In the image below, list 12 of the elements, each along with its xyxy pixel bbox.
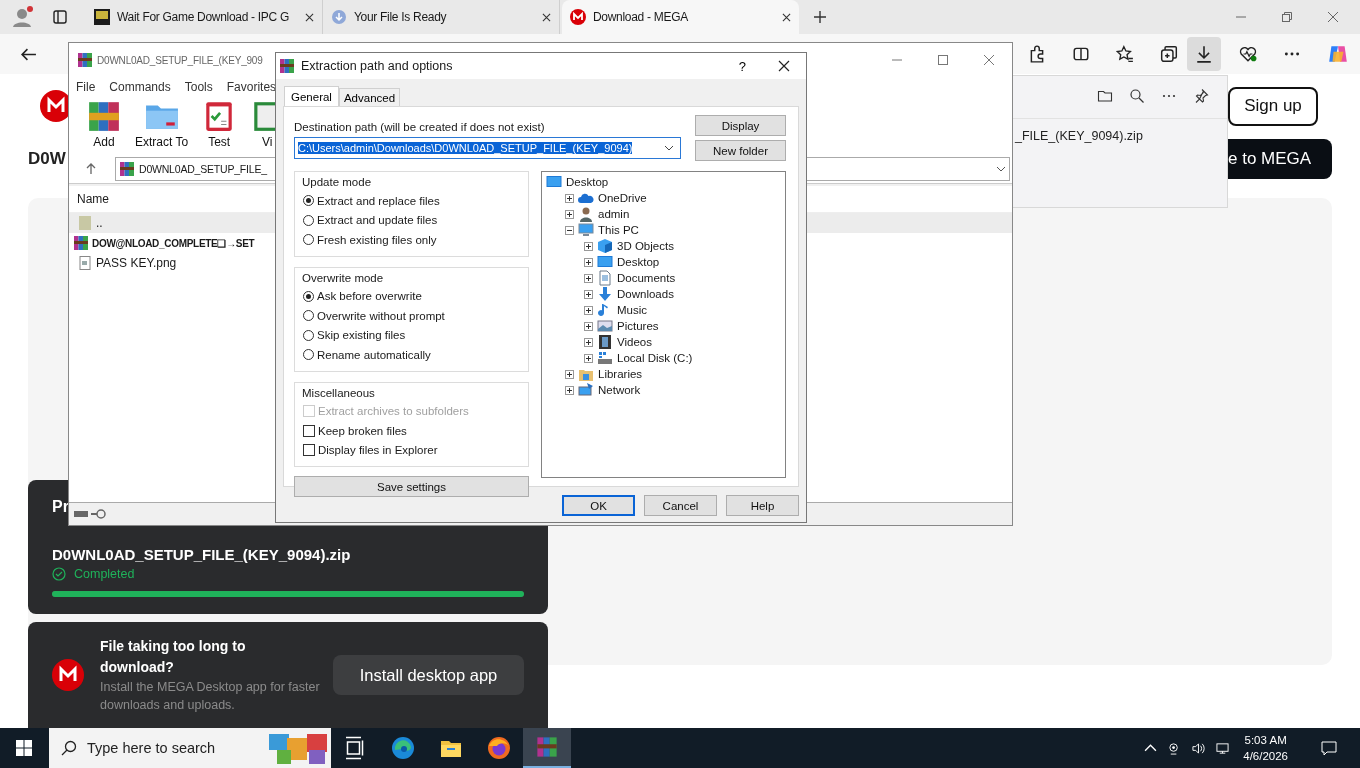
window-title: D0WNL0AD_SETUP_FILE_(KEY_909 xyxy=(97,54,263,66)
group-title: Overwrite mode xyxy=(302,271,385,284)
group-title: Update mode xyxy=(302,176,373,188)
page-heading: D0W xyxy=(28,149,66,169)
group-title: Miscellaneous xyxy=(302,386,376,399)
file-name: D0WNL0AD_SETUP_FILE_(KEY_9094).zip xyxy=(52,546,352,563)
status-text: Completed xyxy=(74,567,135,581)
path-label: Destination path (will be created if does not exist) xyxy=(294,121,546,133)
dialog-title: Extraction path and options xyxy=(301,59,453,73)
promo-text: Install the MEGA Desktop app for faster downloads and uploads. xyxy=(100,679,320,714)
promo-title: File taking too long to download? xyxy=(100,637,247,677)
transfer-title: Pr xyxy=(52,498,69,516)
